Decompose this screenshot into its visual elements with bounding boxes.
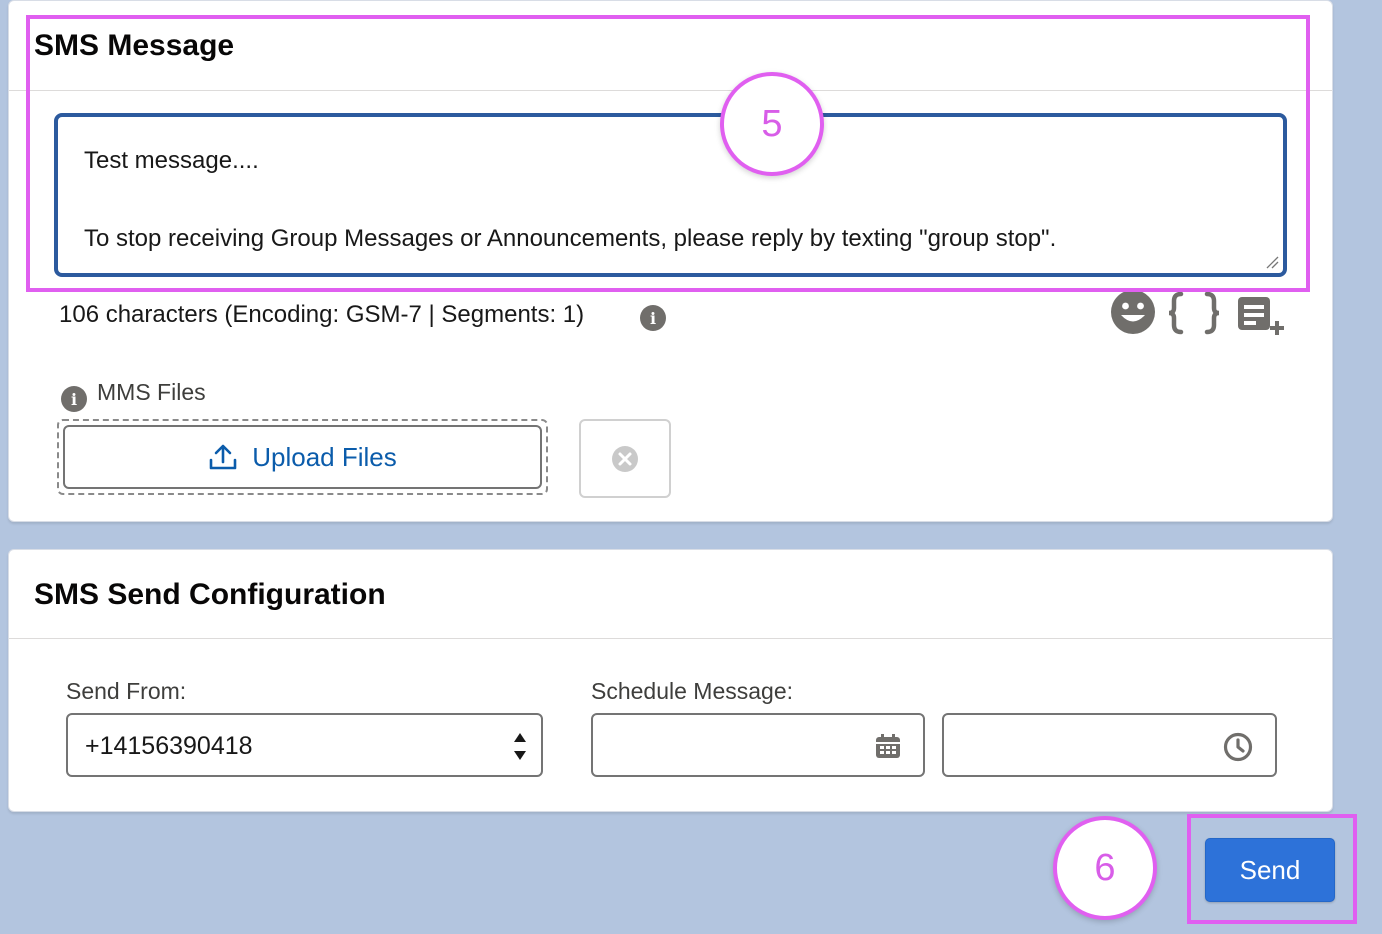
character-count: 106 characters (Encoding: GSM-7 | Segmen…	[59, 301, 585, 328]
send-configuration-title: SMS Send Configuration	[34, 578, 386, 611]
calendar-icon[interactable]	[875, 733, 901, 759]
clear-files-button[interactable]	[579, 419, 671, 498]
mms-files-label: MMS Files	[97, 379, 206, 405]
mms-info-icon[interactable]: i	[61, 386, 87, 412]
upload-files-button[interactable]: Upload Files	[63, 425, 542, 489]
send-button[interactable]: Send	[1205, 838, 1335, 902]
message-line-2: To stop receiving Group Messages or Anno…	[84, 225, 1057, 252]
send-from-value: +14156390418	[85, 732, 253, 760]
resize-grip-icon[interactable]	[1265, 255, 1279, 269]
schedule-message-label: Schedule Message:	[591, 678, 794, 704]
send-from-label: Send From:	[66, 678, 187, 704]
upload-files-label: Upload Files	[252, 441, 397, 472]
schedule-time-input[interactable]	[942, 713, 1277, 777]
send-from-select[interactable]: +14156390418	[66, 713, 543, 777]
card-divider	[9, 90, 1332, 91]
info-icon[interactable]: i	[640, 305, 666, 331]
message-line-1: Test message....	[84, 147, 259, 174]
clock-icon[interactable]	[1223, 732, 1253, 762]
smiley-icon[interactable]	[1110, 289, 1156, 335]
send-configuration-card: SMS Send Configuration Send From: +14156…	[8, 549, 1333, 812]
sms-message-card: SMS Message Test message.... To stop rec…	[8, 0, 1333, 522]
select-arrows-icon	[514, 733, 526, 760]
annotation-step-6: 6	[1053, 816, 1157, 920]
upload-dropzone[interactable]: Upload Files	[57, 419, 548, 495]
merge-field-braces-icon[interactable]	[1166, 291, 1222, 335]
card-divider	[9, 638, 1332, 639]
close-circle-icon	[612, 445, 638, 472]
sms-message-title: SMS Message	[34, 29, 235, 62]
schedule-date-input[interactable]	[591, 713, 925, 777]
add-template-icon[interactable]	[1236, 294, 1286, 342]
message-textarea[interactable]: Test message.... To stop receiving Group…	[54, 113, 1287, 277]
upload-icon	[209, 444, 237, 470]
